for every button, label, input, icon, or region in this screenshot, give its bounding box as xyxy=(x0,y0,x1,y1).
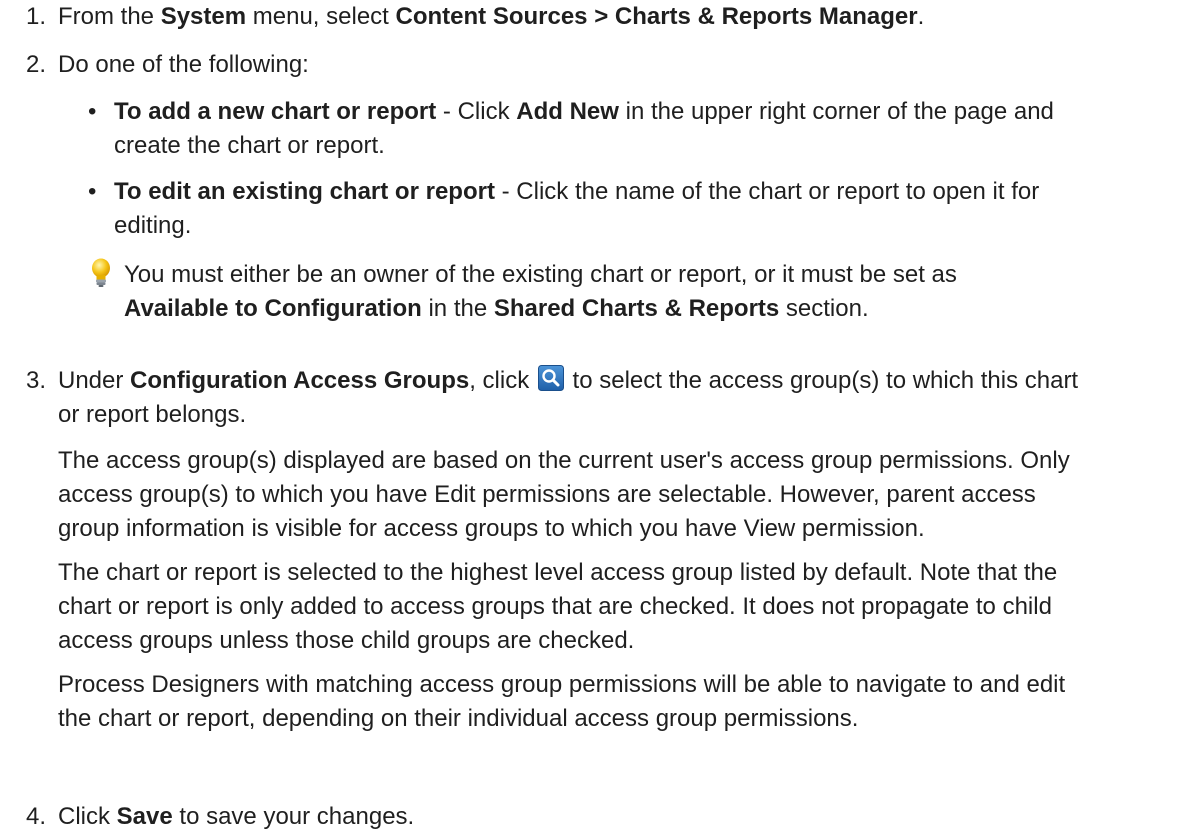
paragraph-access-display: The access group(s) displayed are based … xyxy=(58,447,1070,542)
step-text: Do one of the following: xyxy=(58,51,309,78)
step-text: From the System menu, select Content Sou… xyxy=(58,3,925,30)
bullet-edit-existing: • To edit an existing chart or report - … xyxy=(88,175,1176,243)
bullet-add-new: • To add a new chart or report - Click A… xyxy=(88,95,1176,163)
paragraph-process-designers: Process Designers with matching access g… xyxy=(58,671,1066,732)
lightbulb-icon xyxy=(92,258,110,287)
bullet-dot: • xyxy=(88,178,97,205)
step-text: Under Configuration Access Groups, click… xyxy=(58,364,1176,736)
search-icon xyxy=(537,365,564,391)
instruction-document: 1. From the System menu, select Content … xyxy=(0,0,1186,832)
tip-note: You must either be an owner of the exist… xyxy=(88,258,1176,326)
step-number: 2. xyxy=(25,51,46,78)
step-number: 1. xyxy=(25,3,46,30)
step-text: Click Save to save your changes. xyxy=(58,803,415,830)
paragraph-default-level: The chart or report is selected to the h… xyxy=(58,559,1058,654)
bullet-dot: • xyxy=(88,98,97,125)
step-number: 3. xyxy=(25,367,46,394)
step-number: 4. xyxy=(25,803,46,830)
